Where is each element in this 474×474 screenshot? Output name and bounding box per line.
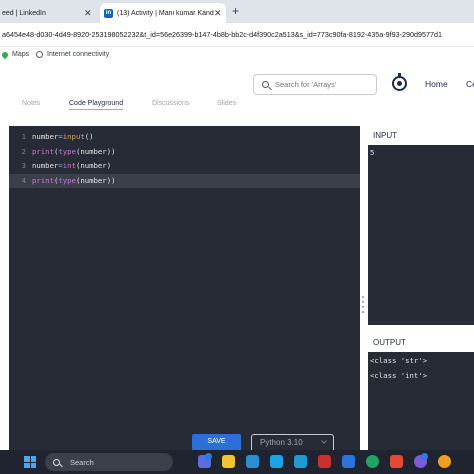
nav-home[interactable]: Home — [425, 79, 448, 89]
line-number: 3 — [21, 161, 26, 170]
linkedin-icon: in — [104, 8, 113, 18]
bookmark-label: Internet connectivity — [47, 51, 110, 58]
chevron-down-icon — [321, 438, 327, 444]
chrome-icon[interactable] — [438, 455, 451, 468]
browser-tab-activity[interactable]: in (13) Activity | Mani kumar Kand ✕ — [100, 3, 226, 23]
code-line[interactable]: 4 print(type(number)) — [9, 173, 360, 188]
browser-icon[interactable] — [366, 455, 379, 468]
close-tab-icon[interactable]: ✕ — [214, 8, 222, 19]
code-line[interactable]: 2 print(type(number)) — [9, 145, 360, 159]
search-icon — [53, 458, 60, 466]
line-number: 4 — [21, 175, 26, 185]
search-icon — [262, 81, 269, 88]
code-playground: 1 number=input() 2 print(type(number)) 3 numb… — [0, 110, 474, 450]
code-line[interactable]: 3 number=int(number) — [9, 159, 360, 173]
input-label: INPUT — [373, 131, 397, 140]
url-text[interactable]: a6454e48-d030-4d49-8920-253198052232&t_i… — [2, 30, 442, 39]
app-icon[interactable] — [318, 455, 331, 468]
globe-icon — [36, 51, 43, 58]
language-value: Python 3.10 — [260, 438, 303, 447]
line-number: 1 — [21, 132, 26, 141]
tab-slides[interactable]: Slides — [217, 100, 236, 107]
taskbar-search[interactable]: Search — [45, 453, 173, 471]
maps-icon — [0, 50, 10, 59]
dropbox-icon[interactable] — [342, 455, 355, 468]
search-input[interactable] — [275, 80, 375, 89]
code-text: print(type(number)) — [32, 146, 116, 156]
language-select[interactable]: Python 3.10 — [251, 434, 334, 450]
windows-start-icon[interactable] — [24, 456, 36, 468]
code-text: print(type(number)) — [32, 175, 116, 185]
output-panel: <class 'str'> <class 'int'> — [368, 352, 474, 450]
code-text: number=int(number) — [32, 161, 112, 170]
brave-icon[interactable] — [390, 455, 403, 468]
nav-item[interactable]: Ce — [466, 79, 474, 89]
tab-code-playground[interactable]: Code Playground — [69, 100, 124, 111]
address-bar[interactable]: a6454e48-d030-4d49-8920-253198052232&t_i… — [0, 23, 474, 47]
input-value: 5 — [370, 148, 375, 157]
bookmark-internet-connectivity[interactable]: Internet connectivity — [36, 51, 109, 58]
output-label: OUTPUT — [373, 338, 406, 347]
tab-discussions[interactable]: Discussions — [152, 100, 189, 107]
tab-notes[interactable]: Notes — [22, 100, 40, 107]
edge-icon[interactable] — [270, 455, 283, 468]
taskbar-search-label: Search — [70, 457, 94, 467]
teams-icon[interactable] — [246, 455, 259, 468]
output-line: <class 'str'> — [370, 356, 428, 365]
site-search[interactable] — [253, 74, 377, 95]
taskbar: Search — [0, 450, 474, 474]
browser-tab-strip: eed | LinkedIn ✕ in (13) Activity | Mani… — [0, 0, 474, 23]
store-icon[interactable] — [294, 455, 307, 468]
browser-tab-linkedin[interactable]: eed | LinkedIn ✕ — [0, 3, 100, 23]
tab-title: eed | LinkedIn — [2, 9, 46, 17]
bookmark-label: Maps — [12, 51, 30, 58]
stopwatch-icon[interactable] — [392, 73, 407, 91]
code-editor[interactable]: 1 number=input() 2 print(type(number)) 3 numb… — [9, 126, 360, 450]
notification-badge — [421, 453, 428, 460]
input-textarea[interactable]: 5 — [368, 145, 474, 325]
new-tab-button[interactable]: + — [232, 4, 239, 18]
resize-handle[interactable] — [362, 296, 364, 326]
file-explorer-icon[interactable] — [222, 455, 235, 468]
code-text: number=input() — [32, 132, 94, 141]
close-tab-icon[interactable]: ✕ — [84, 8, 92, 19]
save-button[interactable]: SAVE — [192, 434, 241, 450]
notification-badge — [205, 453, 212, 460]
section-tabs: Notes Code Playground Discussions Slides — [0, 98, 474, 111]
bookmark-maps[interactable]: Maps — [0, 50, 30, 59]
tab-title: (13) Activity | Mani kumar Kand — [117, 9, 214, 17]
output-line: <class 'int'> — [370, 371, 428, 380]
line-number: 2 — [21, 146, 26, 156]
bookmarks-bar: Maps Internet connectivity — [0, 47, 474, 65]
code-line[interactable]: 1 number=input() — [9, 130, 360, 144]
